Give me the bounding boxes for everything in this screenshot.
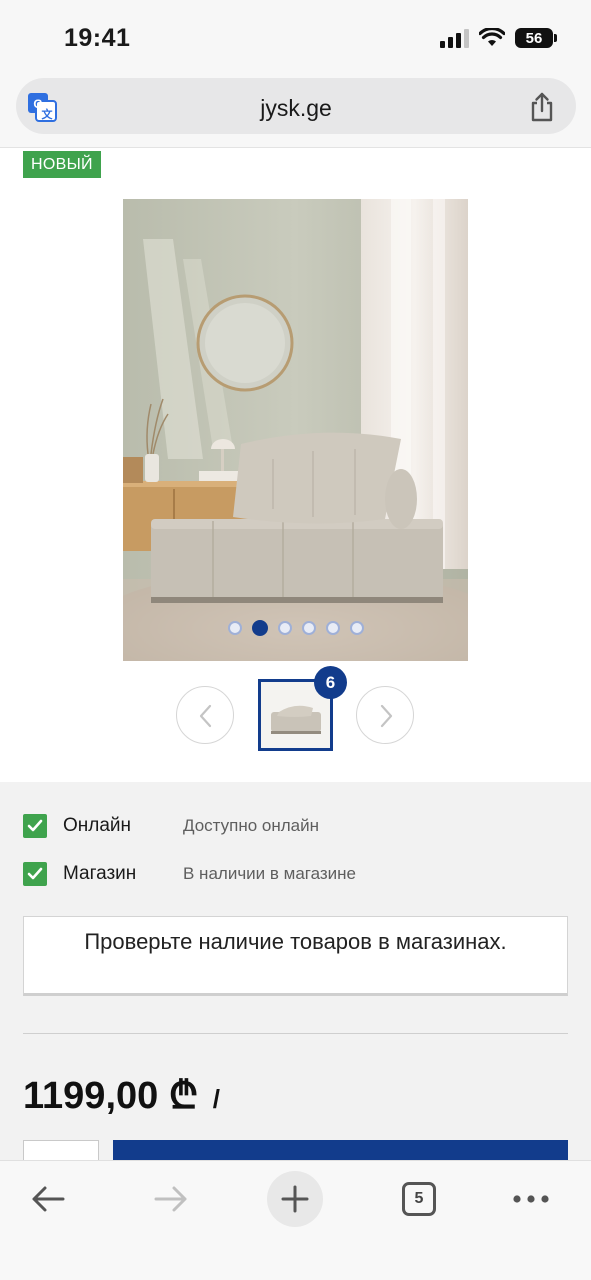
divider: [23, 1033, 568, 1034]
pagination-dot[interactable]: [251, 620, 268, 636]
check-store-stock-button[interactable]: Проверьте наличие товаров в магазинах.: [23, 916, 568, 996]
tabs-button[interactable]: 5: [391, 1171, 447, 1227]
back-arrow-icon: [32, 1186, 65, 1212]
plus-icon: [281, 1185, 309, 1213]
checkmark-icon: [23, 814, 47, 838]
battery-icon: 56: [515, 28, 557, 48]
pagination-dot[interactable]: [325, 621, 340, 635]
wifi-icon: [479, 28, 505, 46]
availability-label: Онлайн: [63, 815, 132, 836]
checkmark-icon: [23, 862, 47, 886]
image-pagination: [123, 620, 468, 636]
chevron-right-icon: [380, 704, 393, 728]
status-icons: 56: [440, 28, 557, 48]
next-image-button[interactable]: [356, 686, 414, 744]
address-bar[interactable]: G 文 jysk.ge: [16, 78, 576, 134]
availability-label: Магазин: [63, 863, 137, 884]
image-count-badge: 6: [314, 666, 347, 699]
price-value: 1199,00: [23, 1075, 159, 1117]
availability-online: Онлайн Доступно онлайн: [23, 813, 319, 839]
browser-toolbar: 5: [0, 1160, 591, 1280]
browser-top-bar: G 文 jysk.ge: [0, 72, 591, 148]
new-tab-button[interactable]: [267, 1171, 323, 1227]
availability-store: Магазин В наличии в магазине: [23, 861, 356, 887]
pagination-dot[interactable]: [301, 621, 316, 635]
chevron-left-icon: [199, 704, 212, 728]
availability-status: Доступно онлайн: [183, 816, 320, 835]
price-unit: /: [212, 1084, 220, 1114]
previous-image-button[interactable]: [176, 686, 234, 744]
product-image[interactable]: [123, 199, 468, 661]
url-text[interactable]: jysk.ge: [16, 95, 576, 122]
product-price: 1199,00 ₾ /: [23, 1068, 220, 1120]
status-bar: 19:41 56: [0, 0, 591, 72]
new-badge: НОВЫЙ: [23, 151, 101, 178]
forward-arrow-icon: [154, 1186, 187, 1212]
more-button[interactable]: [503, 1171, 559, 1227]
more-dots-icon: [513, 1195, 549, 1203]
price-currency: ₾: [168, 1075, 199, 1117]
availability-status: В наличии в магазине: [183, 864, 357, 883]
cellular-signal-icon: [440, 28, 469, 48]
pagination-dot[interactable]: [349, 621, 364, 635]
status-time: 19:41: [64, 24, 131, 52]
share-icon[interactable]: [528, 91, 556, 123]
pagination-dot[interactable]: [227, 621, 242, 635]
back-button[interactable]: [20, 1171, 76, 1227]
forward-button[interactable]: [143, 1171, 199, 1227]
product-photo: [123, 199, 468, 661]
battery-level: 56: [525, 29, 543, 47]
tabs-count: 5: [402, 1182, 436, 1216]
pagination-dot[interactable]: [277, 621, 292, 635]
